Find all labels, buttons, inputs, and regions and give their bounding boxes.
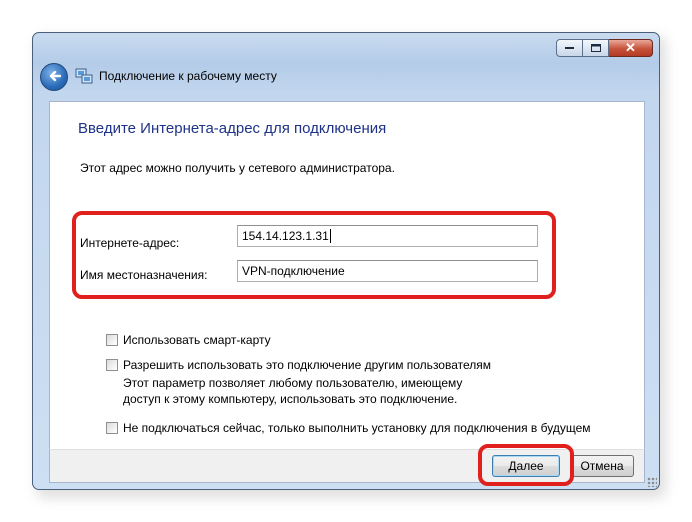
caption-buttons: ✕	[556, 39, 653, 57]
smartcard-label[interactable]: Использовать смарт-карту	[123, 333, 271, 347]
wizard-content: Введите Интернета-адрес для подключения …	[49, 101, 645, 450]
maximize-icon	[590, 44, 601, 52]
wizard-window: ✕ Подключение к рабочему месту Введите И…	[32, 32, 660, 490]
smartcard-checkbox[interactable]	[106, 334, 118, 346]
back-arrow-icon	[49, 71, 61, 82]
allow-others-label[interactable]: Разрешить использовать это подключение д…	[123, 358, 491, 372]
close-button[interactable]: ✕	[609, 39, 653, 57]
cancel-button[interactable]: Отмена	[570, 455, 634, 477]
minimize-button[interactable]	[556, 39, 583, 57]
allow-others-description: Этот параметр позволяет любому пользоват…	[123, 376, 463, 406]
allow-others-option[interactable]: Разрешить использовать это подключение д…	[106, 358, 491, 372]
maximize-button[interactable]	[583, 39, 609, 57]
dont-connect-option[interactable]: Не подключаться сейчас, только выполнить…	[106, 421, 591, 435]
resize-grip[interactable]	[647, 477, 657, 487]
next-button-highlight-frame	[478, 444, 574, 486]
fields-highlight-frame	[72, 211, 556, 299]
back-button[interactable]	[40, 63, 68, 91]
close-icon: ✕	[625, 40, 636, 55]
minimize-icon	[565, 46, 574, 49]
allow-others-checkbox[interactable]	[106, 359, 118, 371]
page-heading: Введите Интернета-адрес для подключения	[78, 120, 387, 137]
dont-connect-checkbox[interactable]	[106, 422, 118, 434]
hint-text: Этот адрес можно получить у сетевого адм…	[80, 161, 395, 175]
smartcard-option[interactable]: Использовать смарт-карту	[106, 333, 271, 347]
dont-connect-label[interactable]: Не подключаться сейчас, только выполнить…	[123, 421, 591, 435]
window-title: Подключение к рабочему месту	[99, 69, 277, 83]
button-bar: Далее Отмена	[49, 444, 645, 486]
network-connection-icon	[75, 68, 93, 84]
